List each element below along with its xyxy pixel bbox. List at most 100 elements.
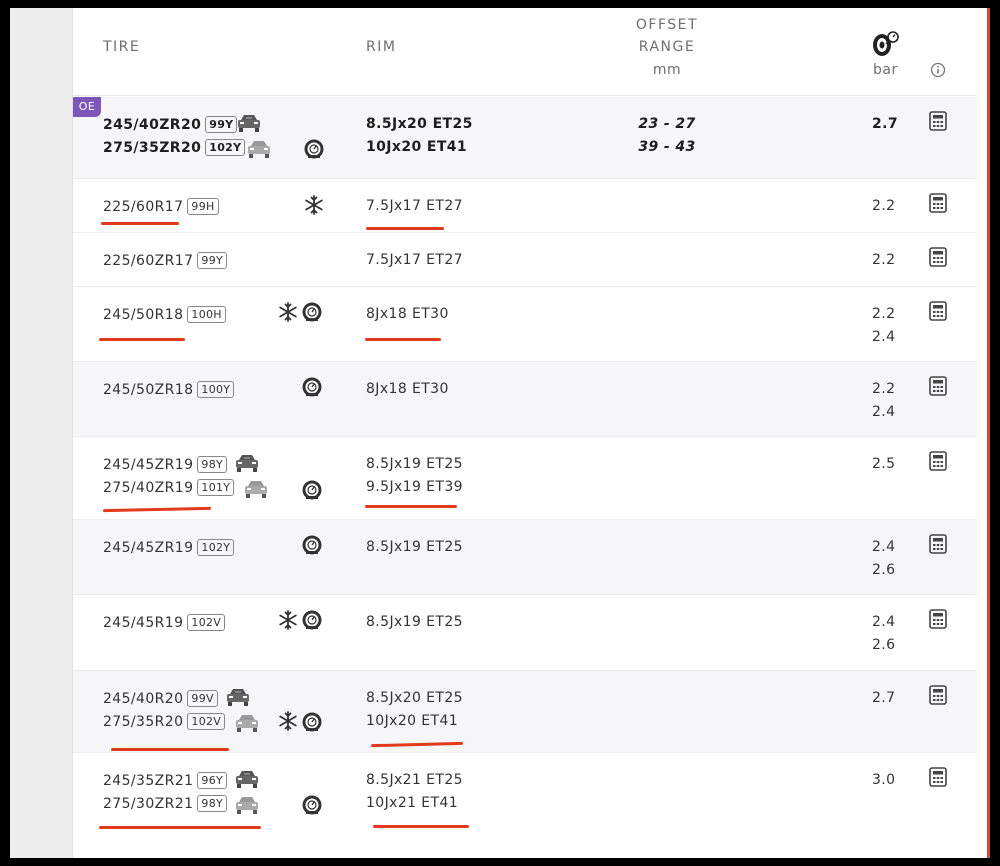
annotation-underline <box>365 505 457 508</box>
annotation-underline <box>99 826 261 829</box>
table-row[interactable]: 245/50ZR18 100Y 8Jx18 ET30 2.2 2.4 <box>73 362 977 437</box>
runflat-tire-icon <box>301 376 323 402</box>
table-row[interactable]: 245/50R18 100H 8Jx18 ET30 2.2 2.4 <box>73 287 977 362</box>
tire-size: 245/50ZR18 100Y <box>103 381 235 398</box>
car-front-axle-icon <box>236 113 262 137</box>
load-speed-index: 102V <box>187 713 226 730</box>
col-header-offset-unit: mm <box>652 62 682 78</box>
fitment-table: TIRE RIM OFFSET RANGE mm bar OE 245/40ZR… <box>72 8 987 858</box>
load-speed-index: 99Y <box>197 252 228 269</box>
col-header-offset-line2: RANGE <box>638 39 696 55</box>
tire-size: 275/35R20 102V <box>103 713 226 730</box>
annotation-underline <box>366 227 444 230</box>
table-row[interactable]: 245/35ZR21 96Y 275/30ZR21 98Y 8.5Jx21 ET25… <box>73 753 977 858</box>
car-rear-axle-icon <box>246 139 272 163</box>
runflat-tire-icon <box>301 301 323 327</box>
tire-size: 245/40R20 99V <box>103 690 218 707</box>
snowflake-icon <box>278 711 298 735</box>
rim-spec: 10Jx20 ET41 <box>366 713 459 729</box>
pressure-value: 2.7 <box>872 690 896 706</box>
offset-range: 23 - 27 <box>638 116 696 132</box>
rim-spec: 10Jx21 ET41 <box>366 795 459 811</box>
calculator-icon[interactable] <box>929 193 947 217</box>
tire-size: 275/30ZR21 98Y <box>103 795 228 812</box>
load-speed-index: 99V <box>187 690 218 707</box>
tire-size: 245/45ZR19 102Y <box>103 539 235 556</box>
rim-spec: 8.5Jx19 ET25 <box>366 456 463 472</box>
table-row[interactable]: 245/45R19 102V 8.5Jx19 ET25 2.4 2.6 <box>73 595 977 671</box>
oe-badge: OE <box>73 97 101 117</box>
annotation-underline <box>101 222 179 225</box>
calculator-icon[interactable] <box>929 685 947 709</box>
pressure-value: 3.0 <box>872 772 896 788</box>
car-rear-axle-icon <box>234 795 260 819</box>
load-speed-index: 98Y <box>197 795 228 812</box>
load-speed-index: 99H <box>187 198 219 215</box>
rim-spec: 10Jx20 ET41 <box>366 139 468 155</box>
snowflake-icon <box>278 610 298 634</box>
calculator-icon[interactable] <box>929 111 947 135</box>
rim-spec: 8.5Jx19 ET25 <box>366 614 463 630</box>
car-rear-axle-icon <box>234 713 260 737</box>
runflat-tire-icon <box>301 609 323 635</box>
calculator-icon[interactable] <box>929 247 947 271</box>
load-speed-index: 102Y <box>205 139 246 156</box>
window-edge-accent <box>987 8 990 858</box>
tire-size: 245/45R19 102V <box>103 614 226 631</box>
load-speed-index: 100H <box>187 306 226 323</box>
load-speed-index: 100Y <box>197 381 235 398</box>
rim-spec: 8.5Jx21 ET25 <box>366 772 463 788</box>
runflat-tire-icon <box>301 534 323 560</box>
pressure-value: 2.6 <box>872 562 896 578</box>
pressure-value: 2.4 <box>872 329 896 345</box>
pressure-value: 2.4 <box>872 404 896 420</box>
tire-size: 275/40ZR19 101Y <box>103 479 235 496</box>
calculator-icon[interactable] <box>929 767 947 791</box>
pressure-value: 2.4 <box>872 614 896 630</box>
snowflake-icon <box>278 302 298 326</box>
calculator-icon[interactable] <box>929 534 947 558</box>
pressure-value: 2.7 <box>872 116 899 132</box>
calculator-icon[interactable] <box>929 609 947 633</box>
col-header-offset-line1: OFFSET <box>635 17 699 33</box>
col-header-tire: TIRE <box>103 39 141 55</box>
tire-pressure-icon <box>869 28 901 62</box>
col-header-pressure-unit: bar <box>873 62 898 78</box>
pressure-value: 2.2 <box>872 381 896 397</box>
rim-spec: 8Jx18 ET30 <box>366 306 449 322</box>
calculator-icon[interactable] <box>929 376 947 400</box>
car-front-axle-icon <box>234 769 260 793</box>
runflat-tire-icon <box>301 479 323 505</box>
rim-spec: 7.5Jx17 ET27 <box>366 252 463 268</box>
table-header: TIRE RIM OFFSET RANGE mm bar <box>73 8 977 96</box>
rim-spec: 8.5Jx20 ET25 <box>366 690 463 706</box>
tire-size: 245/40ZR20 99Y <box>103 116 238 133</box>
pressure-value: 2.2 <box>872 198 896 214</box>
annotation-underline <box>373 825 469 828</box>
load-speed-index: 102V <box>187 614 226 631</box>
calculator-icon[interactable] <box>929 451 947 475</box>
load-speed-index: 102Y <box>197 539 235 556</box>
car-front-axle-icon <box>234 453 260 477</box>
car-front-axle-icon <box>225 687 251 711</box>
rim-spec: 8Jx18 ET30 <box>366 381 449 397</box>
rim-spec: 8.5Jx19 ET25 <box>366 539 463 555</box>
rim-spec: 9.5Jx19 ET39 <box>366 479 463 495</box>
tire-size: 245/45ZR19 98Y <box>103 456 228 473</box>
pressure-value: 2.6 <box>872 637 896 653</box>
col-header-rim: RIM <box>366 39 397 55</box>
calculator-icon[interactable] <box>929 301 947 325</box>
runflat-tire-icon <box>301 794 323 820</box>
table-row[interactable]: 245/40R20 99V 275/35R20 102V 8.5Jx20 ET25 … <box>73 671 977 753</box>
table-row[interactable]: 225/60R17 99H 7.5Jx17 ET27 2.2 <box>73 179 977 233</box>
table-row[interactable]: 225/60ZR17 99Y 7.5Jx17 ET27 2.2 <box>73 233 977 287</box>
table-row[interactable]: OE 245/40ZR20 99Y 275/35ZR20 102Y 8.5Jx20 … <box>73 97 977 179</box>
tire-size: 245/50R18 100H <box>103 306 226 323</box>
tire-size: 225/60R17 99H <box>103 198 219 215</box>
car-rear-axle-icon <box>243 479 269 503</box>
tire-size: 245/35ZR21 96Y <box>103 772 228 789</box>
info-icon[interactable] <box>930 62 946 82</box>
runflat-tire-icon <box>303 138 325 164</box>
table-row[interactable]: 245/45ZR19 102Y 8.5Jx19 ET25 2.4 2.6 <box>73 520 977 595</box>
runflat-tire-icon <box>301 711 323 737</box>
